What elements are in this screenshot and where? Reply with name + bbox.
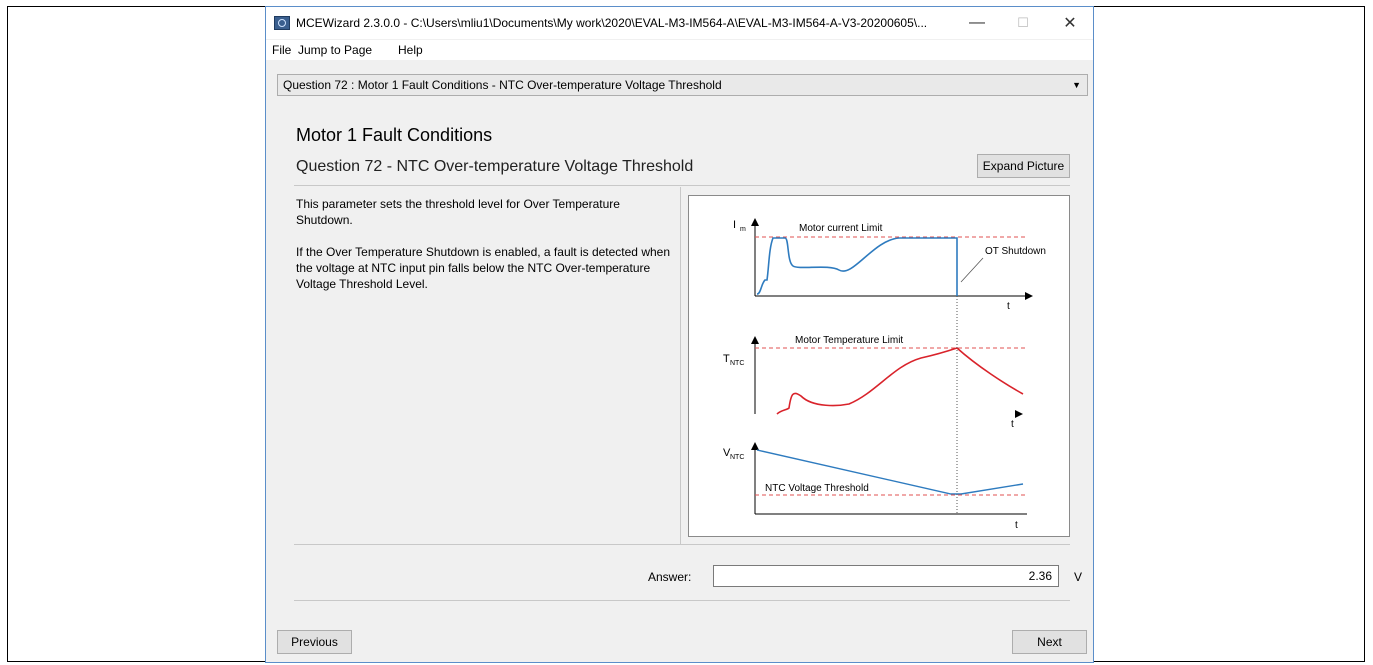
plot2-xlabel: t bbox=[1011, 419, 1014, 430]
maximize-icon: ☐ bbox=[1017, 15, 1029, 30]
plot2-ylabel: T bbox=[723, 353, 730, 365]
menu-file[interactable]: File bbox=[272, 43, 291, 57]
divider-top bbox=[294, 185, 1070, 186]
window-title: MCEWizard 2.3.0.0 - C:\Users\mliu1\Docum… bbox=[296, 16, 928, 30]
plot1-ylabel-sub: m bbox=[740, 226, 746, 233]
answer-label: Answer: bbox=[648, 570, 692, 584]
description: This parameter sets the threshold level … bbox=[296, 196, 676, 308]
app-window: MCEWizard 2.3.0.0 - C:\Users\mliu1\Docum… bbox=[265, 6, 1094, 663]
plot3-xlabel: t bbox=[1015, 520, 1018, 531]
parameter-picture: I m Motor current Limit OT Shutdown t T … bbox=[688, 195, 1070, 537]
menu-jump-to-page[interactable]: Jump to Page bbox=[298, 43, 372, 57]
description-para-2: If the Over Temperature Shutdown is enab… bbox=[296, 245, 671, 291]
plot1-y-arrow bbox=[751, 218, 759, 226]
fault-timing-diagram: I m Motor current Limit OT Shutdown t T … bbox=[723, 218, 1046, 531]
title-bar: MCEWizard 2.3.0.0 - C:\Users\mliu1\Docum… bbox=[266, 7, 1093, 39]
previous-button[interactable]: Previous bbox=[277, 630, 352, 654]
maximize-button[interactable]: ☐ bbox=[1000, 7, 1046, 39]
plot3-limit-label: NTC Voltage Threshold bbox=[765, 483, 869, 494]
minimize-button[interactable]: — bbox=[954, 7, 1000, 39]
question-dropdown-value: Question 72 : Motor 1 Fault Conditions -… bbox=[283, 78, 722, 92]
app-icon bbox=[274, 16, 290, 30]
plot3-ylabel-sub: NTC bbox=[730, 454, 744, 461]
question-dropdown[interactable]: Question 72 : Motor 1 Fault Conditions -… bbox=[277, 74, 1088, 96]
divider-middle bbox=[294, 544, 1070, 545]
expand-picture-button[interactable]: Expand Picture bbox=[977, 154, 1070, 178]
section-title: Motor 1 Fault Conditions bbox=[296, 125, 493, 145]
plot2-y-arrow bbox=[751, 336, 759, 344]
minimize-icon: — bbox=[969, 14, 985, 31]
plot1-limit-label: Motor current Limit bbox=[799, 223, 883, 234]
menu-help[interactable]: Help bbox=[398, 43, 423, 57]
answer-input[interactable]: 2.36 bbox=[713, 565, 1059, 587]
description-para-1: This parameter sets the threshold level … bbox=[296, 197, 620, 227]
plot2-ylabel-sub: NTC bbox=[730, 360, 744, 367]
plot1-ylabel: I bbox=[733, 219, 736, 231]
next-button[interactable]: Next bbox=[1012, 630, 1087, 654]
divider-bottom bbox=[294, 600, 1070, 601]
question-title: Question 72 - NTC Over-temperature Volta… bbox=[296, 158, 694, 175]
vertical-divider bbox=[680, 187, 681, 544]
chevron-down-icon: ▼ bbox=[1072, 80, 1081, 90]
plot3-y-arrow bbox=[751, 442, 759, 450]
plot2-x-arrow bbox=[1015, 410, 1023, 418]
close-icon: ✕ bbox=[1063, 15, 1077, 32]
plot1-x-arrow bbox=[1025, 292, 1033, 300]
menu-bar: File Jump to Page Help bbox=[266, 40, 1093, 60]
ntc-temperature-trace bbox=[776, 347, 1024, 415]
plot1-annotation: OT Shutdown bbox=[985, 246, 1046, 257]
close-button[interactable]: ✕ bbox=[1047, 7, 1093, 39]
motor-current-trace bbox=[756, 237, 958, 296]
plot2-limit-label: Motor Temperature Limit bbox=[795, 335, 903, 346]
ot-shutdown-pointer bbox=[960, 257, 984, 283]
plot1-xlabel: t bbox=[1007, 301, 1010, 312]
answer-unit: V bbox=[1074, 570, 1083, 584]
